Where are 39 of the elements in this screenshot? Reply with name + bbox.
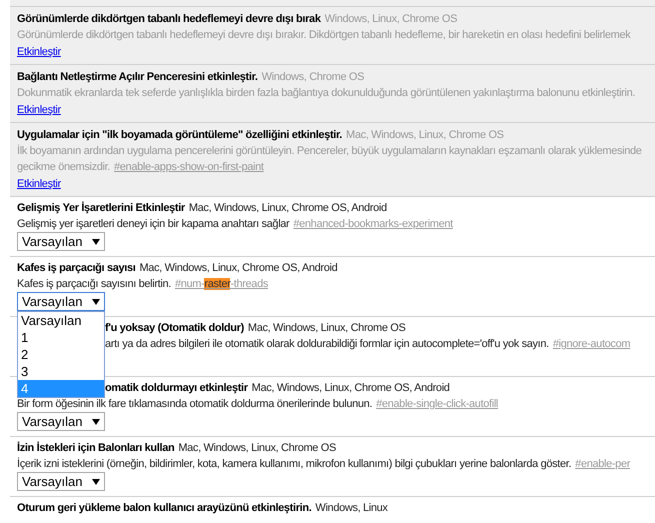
experiment-title: Bağlantı Netleştirme Açılır Penceresini etkinleştir. <box>17 70 258 85</box>
experiment-title: Görünümlerde dikdörtgen tabanlı hedeflemeyi devre dışı bırak <box>17 12 321 27</box>
caret-icon <box>92 418 100 424</box>
dropdown-select[interactable]: Varsayılan <box>17 292 105 311</box>
dropdown-select[interactable]: Varsayılan <box>17 232 105 251</box>
description-text: Kafes iş parçacığı sayısını belirtin. <box>17 277 171 292</box>
caret-icon <box>92 478 100 484</box>
experiment-title: Oturum geri yükleme balon kullanıcı arayüzünü etkinleştirin. <box>17 501 312 516</box>
platform-list: Mac, Windows, Linux, Chrome OS, Android <box>252 380 450 396</box>
platform-list: Mac, Windows, Linux, Chrome OS <box>346 127 504 143</box>
experiment-title: İzin İstekleri için Balonları kullan <box>17 440 174 456</box>
platform-list: Mac, Windows, Linux, Chrome OS <box>248 320 406 336</box>
description-text: Görünümlerde dikdörtgen tabanlı hedeflemeyi devre dışı bırakır. Dikdörtgen tabanlı hedefleme, bir hareketin en olası hedefini belirlemek <box>17 28 630 43</box>
experiment-title: Kafes iş parçacığı sayısı <box>17 261 136 276</box>
description-text: İçerik izni isteklerini (örneğin, bildirimler, kota, kamera kullanımı, mikrofon kullanımı) bilgi çubukları yerine balonlarda göster. <box>17 456 572 472</box>
caret-icon <box>92 298 100 304</box>
dropdown-option[interactable]: 1 <box>18 329 104 346</box>
description-text: İlk boyamanın ardından uygulama pencerelerini görüntüleyin. Pencereler, büyük uygulamaların kaynakları eşzamanlı olarak yüklemesinde <box>17 144 642 159</box>
experiment-title: Uygulamalar için "ilk boyamada görüntüleme" özelliğini etkinleştir. <box>17 128 342 143</box>
dropdown-select[interactable]: Varsayılan <box>17 472 105 491</box>
description-text: Dokunmatik ekranlarda tek seferde yanlışlıkla birden fazla bağlantıya dokunulduğunda görüntülenen yakınlaştırma balonunu etkinleştirin. <box>17 86 636 101</box>
experiment-title: omatik doldurmayı etkinleştir <box>105 381 248 396</box>
platform-list: Mac, Windows, Linux, Chrome OS, Android <box>188 200 387 216</box>
platform-list: Mac, Windows, Linux, Chrome OS <box>178 440 336 456</box>
platform-list: Mac, Windows, Linux, Chrome OS, Android <box>139 260 338 276</box>
description-text: gecikme önemsizdir. <box>17 160 110 175</box>
description-text: Gelişmiş yer işaretleri deneyi için bir kapama anahtarı sağlar <box>17 217 290 232</box>
description-text: Bir form öğesinin ilk fare tıklamasında otomatik doldurma önerilerinde bulunun. <box>17 397 372 412</box>
experiment-title: Gelişmiş Yer İşaretlerini Etkinleştir <box>17 200 185 216</box>
dropdown-option[interactable]: 2 <box>18 346 104 363</box>
platform-list: Windows, Linux, Chrome OS <box>324 11 458 27</box>
dropdown-option[interactable]: 3 <box>18 363 104 380</box>
dropdown-select[interactable]: Varsayılan <box>17 412 105 431</box>
description-text: artı ya da adres bilgileri ile otomatik olarak doldurabildiği formlar için autocomplete='off'u yok sayın. <box>105 337 549 352</box>
platform-list: Windows, Chrome OS <box>262 69 364 85</box>
experiment-title: f'u yoksay (Otomatik doldur) <box>105 321 244 336</box>
caret-icon <box>92 238 100 244</box>
platform-list: Windows, Linux <box>315 500 388 516</box>
dropdown-option[interactable]: Varsayılan <box>18 312 104 329</box>
